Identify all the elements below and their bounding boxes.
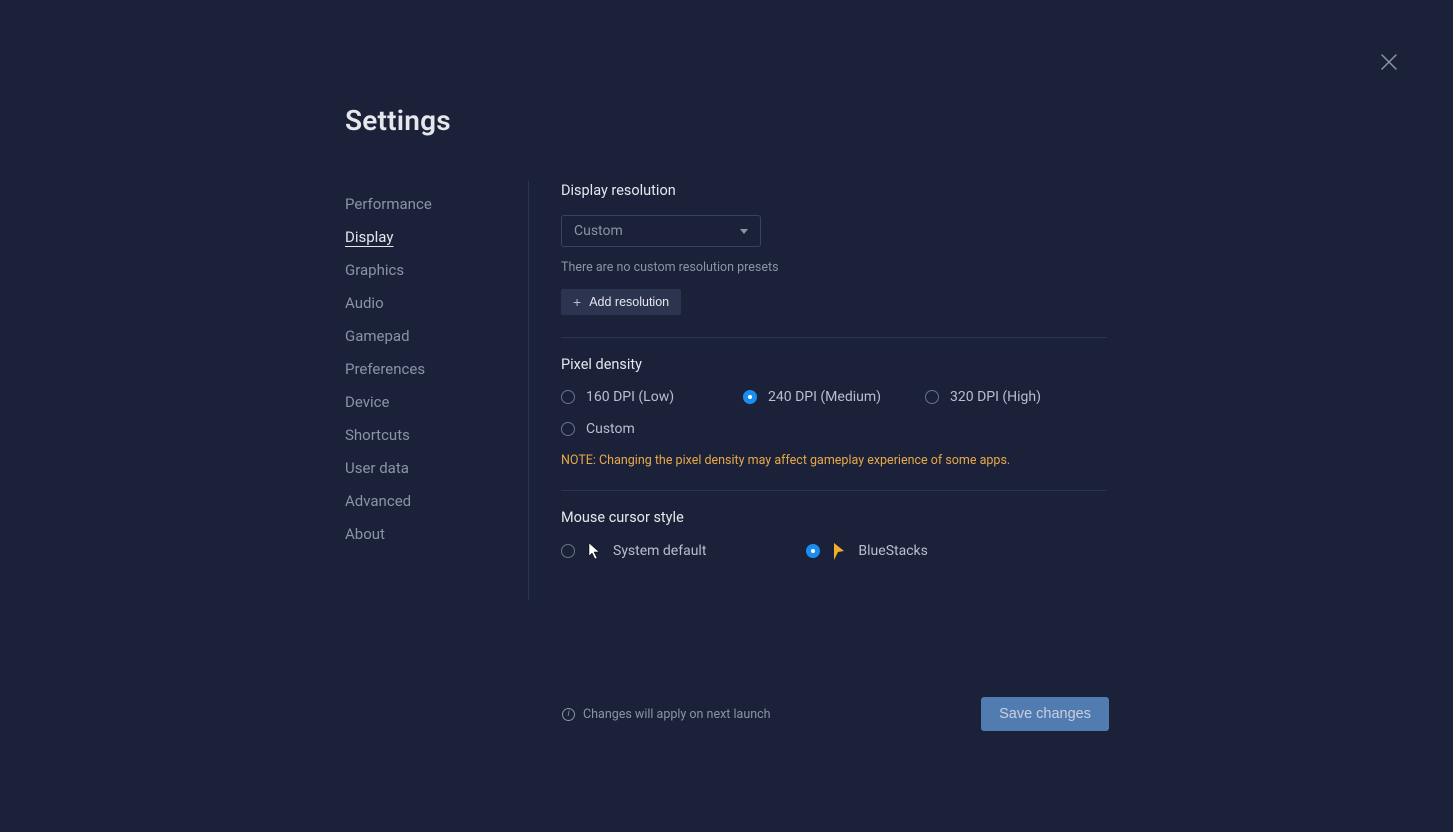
footer-note-text: Changes will apply on next launch <box>583 707 771 722</box>
radio-label: 320 DPI (High) <box>950 389 1041 405</box>
radio-label: System default <box>613 543 706 559</box>
radio-dpi-160[interactable]: 160 DPI (Low) <box>561 389 743 405</box>
resolution-dropdown[interactable]: Custom <box>561 215 761 247</box>
add-resolution-button[interactable]: + Add resolution <box>561 289 681 315</box>
sidebar-item-graphics[interactable]: Graphics <box>345 253 508 286</box>
sidebar-item-device[interactable]: Device <box>345 385 508 418</box>
radio-label: 160 DPI (Low) <box>586 389 674 405</box>
footer-note: i Changes will apply on next launch <box>562 707 771 722</box>
radio-icon <box>561 422 575 436</box>
radio-icon <box>561 544 575 558</box>
radio-dpi-320[interactable]: 320 DPI (High) <box>925 389 1107 405</box>
add-resolution-label: Add resolution <box>589 295 669 309</box>
radio-label: 240 DPI (Medium) <box>768 389 881 405</box>
sidebar-item-user-data[interactable]: User data <box>345 451 508 484</box>
info-icon: i <box>562 708 575 721</box>
radio-icon <box>743 390 757 404</box>
pixel-density-warning: NOTE: Changing the pixel density may aff… <box>561 453 1107 468</box>
mouse-cursor-title: Mouse cursor style <box>561 509 1107 526</box>
radio-dpi-240[interactable]: 240 DPI (Medium) <box>743 389 925 405</box>
sidebar-item-preferences[interactable]: Preferences <box>345 352 508 385</box>
cursor-bluestacks-icon <box>831 542 847 560</box>
sidebar-item-display[interactable]: Display <box>345 220 508 253</box>
sidebar-item-about[interactable]: About <box>345 517 508 550</box>
sidebar-item-audio[interactable]: Audio <box>345 286 508 319</box>
resolution-dropdown-value: Custom <box>574 223 623 239</box>
radio-dpi-custom[interactable]: Custom <box>561 421 743 437</box>
settings-sidebar: Performance Display Graphics Audio Gamep… <box>345 181 529 600</box>
radio-icon <box>561 390 575 404</box>
close-icon[interactable] <box>1379 52 1399 72</box>
pixel-density-title: Pixel density <box>561 356 1107 373</box>
page-title: Settings <box>345 104 1107 137</box>
cursor-default-icon <box>586 542 602 560</box>
display-resolution-title: Display resolution <box>561 182 1107 199</box>
sidebar-item-advanced[interactable]: Advanced <box>345 484 508 517</box>
radio-label: Custom <box>586 421 635 437</box>
radio-cursor-bluestacks[interactable]: BlueStacks <box>806 542 927 560</box>
sidebar-item-shortcuts[interactable]: Shortcuts <box>345 418 508 451</box>
radio-label: BlueStacks <box>858 543 927 559</box>
radio-icon <box>925 390 939 404</box>
chevron-down-icon <box>740 229 748 234</box>
sidebar-item-gamepad[interactable]: Gamepad <box>345 319 508 352</box>
resolution-preset-note: There are no custom resolution presets <box>561 260 1107 275</box>
radio-icon <box>806 544 820 558</box>
save-changes-button[interactable]: Save changes <box>981 697 1109 731</box>
sidebar-item-performance[interactable]: Performance <box>345 187 508 220</box>
radio-cursor-system-default[interactable]: System default <box>561 542 706 560</box>
plus-icon: + <box>573 295 581 309</box>
